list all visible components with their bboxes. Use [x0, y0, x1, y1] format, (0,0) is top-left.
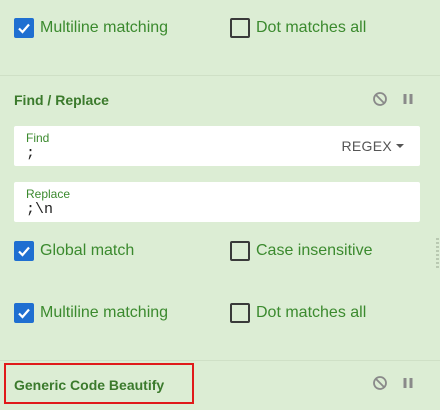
find-replace-title[interactable]: Find / Replace: [14, 92, 109, 108]
divider: [0, 75, 440, 76]
highlight-annotation-box: [4, 363, 194, 404]
disable-icon[interactable]: [372, 375, 388, 391]
pause-icon[interactable]: [400, 375, 416, 391]
multiline-matching-checkbox[interactable]: Multiline matching: [14, 303, 168, 323]
match-options-row-2: Multiline matching Dot matches all: [0, 303, 440, 343]
regex-label: REGEX: [341, 138, 392, 154]
resize-handle[interactable]: [436, 238, 439, 268]
case-insensitive-label: Case insensitive: [256, 242, 373, 259]
checkbox-checked-icon[interactable]: [14, 18, 34, 38]
multiline-matching-label: Multiline matching: [40, 19, 169, 36]
divider: [0, 360, 440, 361]
match-options-row-1: Global match Case insensitive: [0, 241, 440, 281]
find-label: Find: [26, 131, 50, 145]
replace-label: Replace: [26, 187, 71, 201]
disable-icon[interactable]: [372, 91, 388, 107]
multiline-matching-checkbox-top[interactable]: Multiline matching: [14, 18, 168, 38]
global-match-checkbox[interactable]: Global match: [14, 241, 134, 261]
replace-field[interactable]: Replace ;\n: [14, 182, 420, 222]
checkbox-checked-icon[interactable]: [14, 241, 34, 261]
checkbox-unchecked-icon[interactable]: [230, 303, 250, 323]
find-field[interactable]: Find ; REGEX: [14, 126, 420, 166]
dot-matches-all-label: Dot matches all: [256, 304, 367, 321]
replace-input[interactable]: ;\n: [26, 201, 53, 218]
dot-matches-all-checkbox[interactable]: Dot matches all: [230, 303, 366, 323]
pause-icon[interactable]: [400, 91, 416, 107]
regex-dropdown-button[interactable]: REGEX: [341, 138, 404, 154]
find-replace-controls: [372, 91, 416, 107]
checkbox-checked-icon[interactable]: [14, 303, 34, 323]
dot-matches-all-checkbox-top[interactable]: Dot matches all: [230, 18, 366, 38]
generic-code-beautify-controls: [372, 375, 416, 391]
find-input[interactable]: ;: [26, 145, 35, 162]
chevron-down-icon: [396, 144, 404, 148]
multiline-matching-label: Multiline matching: [40, 304, 169, 321]
global-match-label: Global match: [40, 242, 135, 259]
checkbox-unchecked-icon[interactable]: [230, 18, 250, 38]
checkbox-unchecked-icon[interactable]: [230, 241, 250, 261]
case-insensitive-checkbox[interactable]: Case insensitive: [230, 241, 373, 261]
dot-matches-all-label: Dot matches all: [256, 19, 367, 36]
top-options-row: Multiline matching Dot matches all: [0, 18, 440, 58]
